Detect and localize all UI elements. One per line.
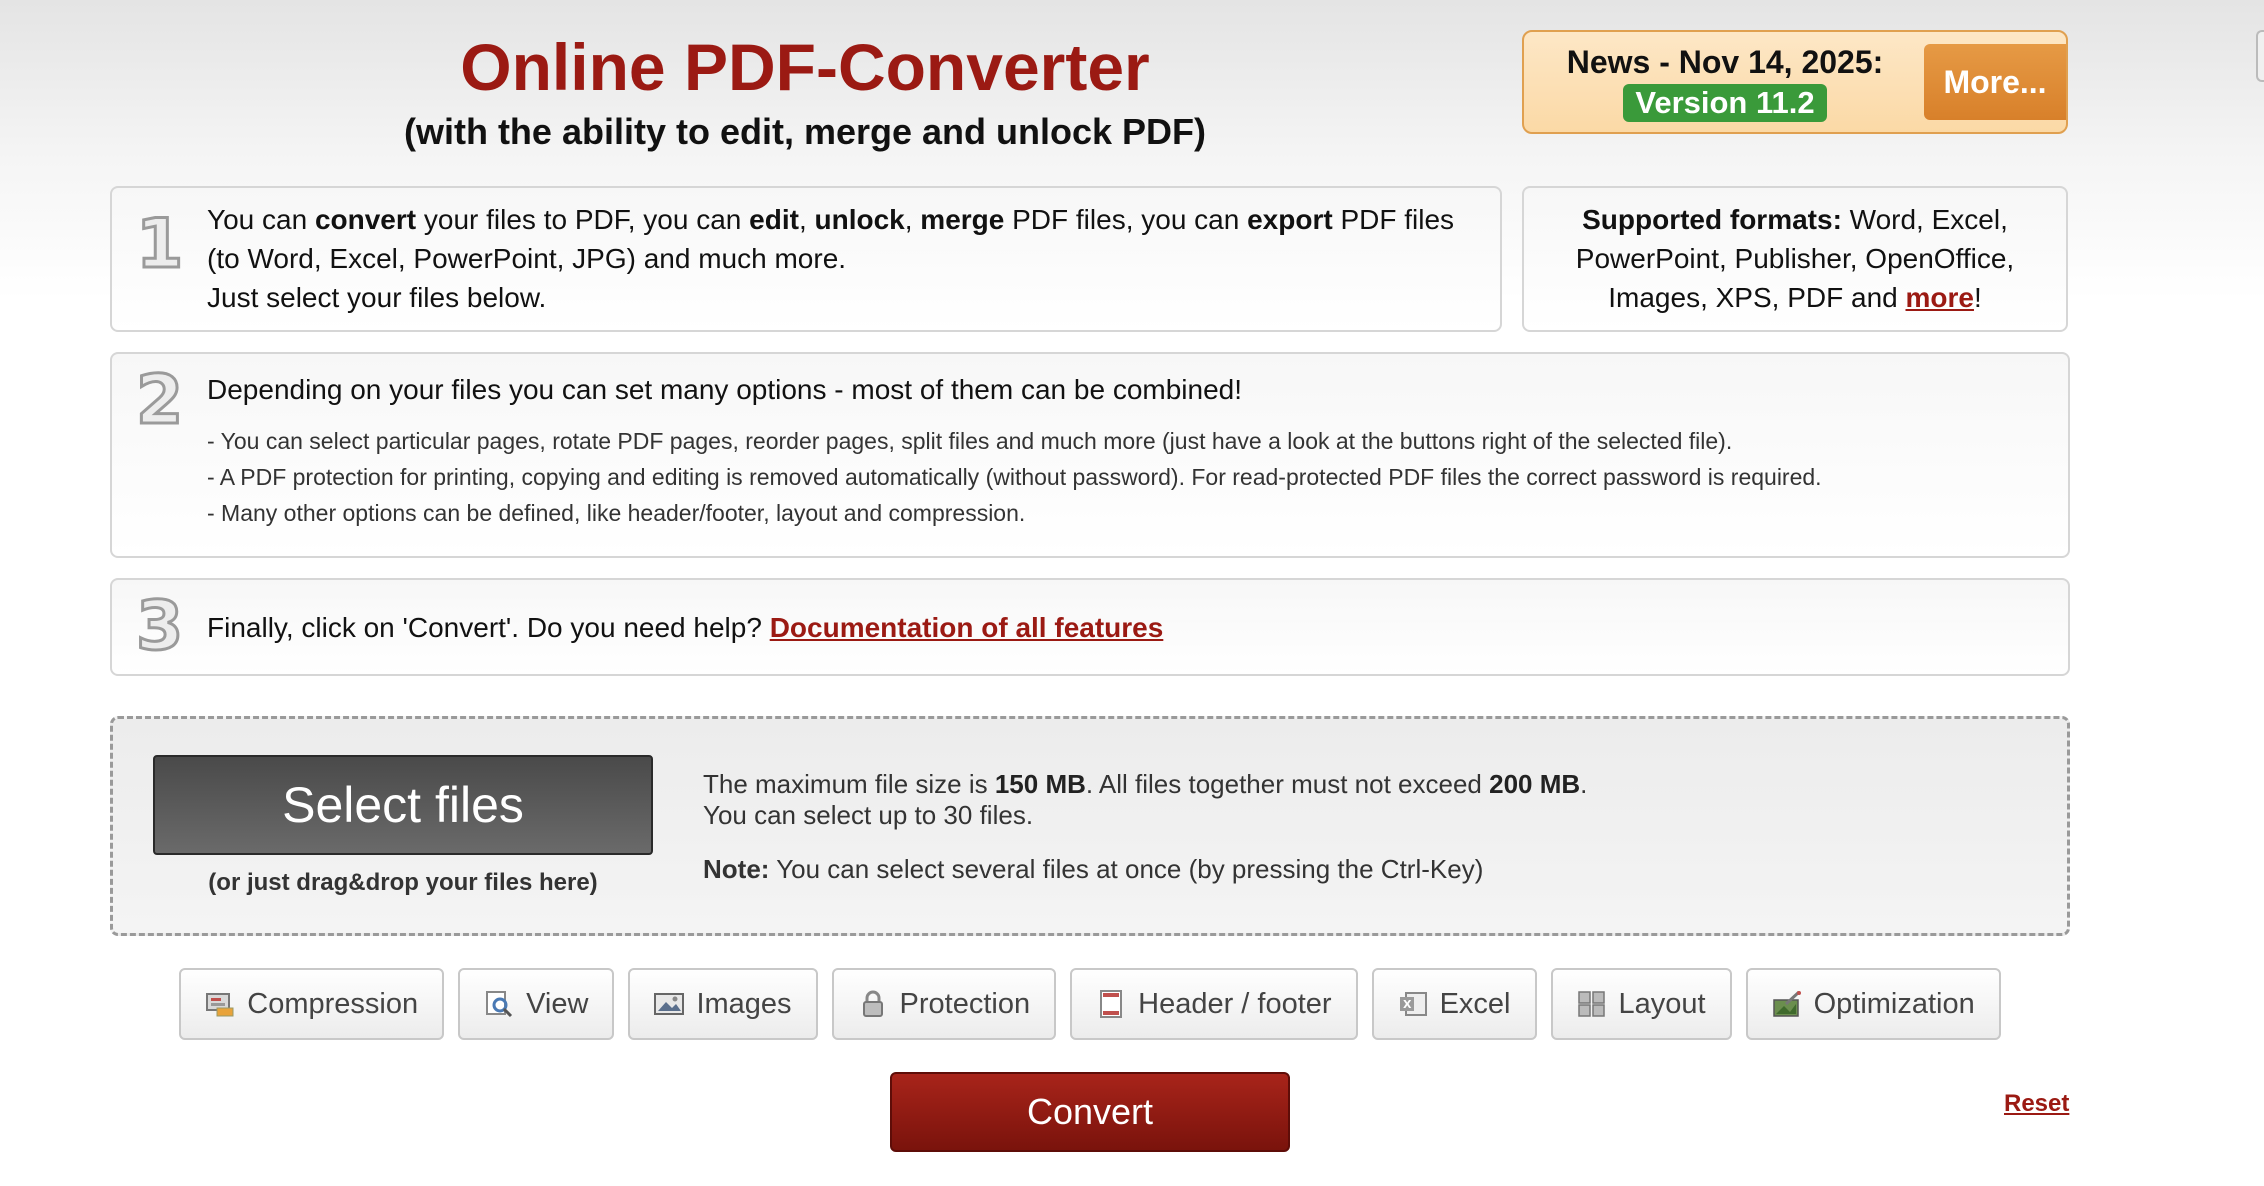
page-subtitle: (with the ability to edit, merge and unl… xyxy=(403,111,1207,152)
title-block: Online PDF-Converter (with the ability t… xyxy=(110,24,1500,154)
view-icon xyxy=(484,990,514,1018)
optimization-icon xyxy=(1772,990,1802,1018)
page: Online PDF-Converter (with the ability t… xyxy=(110,0,2070,1186)
step-1-text-part: PDF files, you can xyxy=(1004,204,1248,235)
images-icon xyxy=(654,990,685,1018)
view-label: View xyxy=(526,987,589,1020)
step-2-box: 2 Depending on your files you can set ma… xyxy=(110,352,2070,558)
news-date: News - Nov 14, 2025: xyxy=(1566,44,1884,80)
upload-limits: The maximum file size is 150 MB. All fil… xyxy=(703,769,1587,831)
formats-label: Supported formats: xyxy=(1582,204,1842,235)
header-footer-icon xyxy=(1096,990,1126,1018)
step-2-content: Depending on your files you can set many… xyxy=(207,370,2038,531)
upload-limit-text: . All files together must not exceed xyxy=(1085,769,1490,799)
formats-more-link[interactable]: more xyxy=(1906,282,1974,313)
step-3-box: 3 Finally, click on 'Convert'. Do you ne… xyxy=(110,578,2070,676)
list-item: - You can select particular pages, rotat… xyxy=(207,428,1733,454)
convert-button[interactable]: Convert xyxy=(890,1072,1290,1152)
step-1-text-part: , xyxy=(798,204,815,235)
step-2-heading: Depending on your files you can set many… xyxy=(207,374,1243,405)
layout-button[interactable]: Layout xyxy=(1550,968,1732,1040)
protection-button[interactable]: Protection xyxy=(831,968,1057,1040)
header-footer-button[interactable]: Header / footer xyxy=(1070,968,1358,1040)
step-number-1: 1 xyxy=(134,205,184,284)
compression-button[interactable]: Compression xyxy=(179,968,445,1040)
optimization-label: Optimization xyxy=(1813,987,1975,1020)
list-item: - A PDF protection for printing, copying… xyxy=(207,464,1822,490)
supported-formats-box: Supported formats: Word, Excel, PowerPoi… xyxy=(1522,186,2068,332)
step-1-text-part: your files to PDF, you can xyxy=(416,204,750,235)
step-1-bold-edit: edit xyxy=(749,204,799,235)
step-1-text: You can convert your files to PDF, you c… xyxy=(207,200,1470,317)
step-1-text-part: You can xyxy=(207,204,315,235)
upload-count-limit: You can select up to 30 files. xyxy=(703,800,1034,830)
step-1-bold-export: export xyxy=(1247,204,1333,235)
upload-note-label: Note: xyxy=(703,854,770,884)
step-number-3: 3 xyxy=(134,587,184,666)
images-label: Images xyxy=(696,987,792,1020)
upload-limit-text: . xyxy=(1580,769,1588,799)
compression-icon xyxy=(205,990,235,1018)
view-button[interactable]: View xyxy=(458,968,615,1040)
protection-label: Protection xyxy=(899,987,1031,1020)
news-more-button[interactable]: More... xyxy=(1924,44,2066,120)
list-item: - Many other options can be defined, lik… xyxy=(207,500,1026,526)
news-text: News - Nov 14, 2025: Version 11.2 xyxy=(1524,42,1926,122)
news-version-badge[interactable]: Version 11.2 xyxy=(1623,84,1827,122)
drag-drop-hint: (or just drag&drop your files here) xyxy=(208,869,598,896)
step-2-list: - You can select particular pages, rotat… xyxy=(207,423,2038,531)
step-1-text-part: , xyxy=(904,204,921,235)
step-number-2: 2 xyxy=(134,361,184,440)
upload-limit-max-total: 200 MB xyxy=(1489,769,1581,799)
formats-end: ! xyxy=(1973,282,1982,313)
step-1-line-2: Just select your files below. xyxy=(207,282,547,313)
excel-button[interactable]: X Excel xyxy=(1371,968,1537,1040)
excel-icon: X xyxy=(1398,990,1428,1018)
step-3-content: Finally, click on 'Convert'. Do you need… xyxy=(207,608,2038,647)
svg-text:X: X xyxy=(1403,998,1412,1011)
step-1-bold-merge: merge xyxy=(920,204,1005,235)
step-1-box: 1 You can convert your files to PDF, you… xyxy=(110,186,1502,332)
documentation-link[interactable]: Documentation of all features xyxy=(770,612,1164,643)
images-button[interactable]: Images xyxy=(628,968,818,1040)
page-title: Online PDF-Converter xyxy=(460,30,1150,104)
upload-limit-max-file: 150 MB xyxy=(994,769,1086,799)
news-box: News - Nov 14, 2025: Version 11.2 More..… xyxy=(1522,30,2068,134)
upload-limit-text: The maximum file size is xyxy=(703,769,995,799)
step-1-bold-unlock: unlock xyxy=(814,204,905,235)
reset-link[interactable]: Reset xyxy=(2004,1090,2069,1118)
step-1-bold-convert: convert xyxy=(314,204,417,235)
layout-icon xyxy=(1577,990,1607,1018)
compression-label: Compression xyxy=(247,987,419,1020)
upload-note-text: You can select several files at once (by… xyxy=(769,854,1484,884)
upload-note: Note: You can select several files at on… xyxy=(703,854,1483,885)
file-drop-zone[interactable]: Select files (or just drag&drop your fil… xyxy=(110,716,2070,936)
step-3-text: Finally, click on 'Convert'. Do you need… xyxy=(207,612,770,643)
protection-icon xyxy=(858,990,888,1018)
optimization-button[interactable]: Optimization xyxy=(1745,968,2001,1040)
select-files-button[interactable]: Select files xyxy=(153,755,653,855)
options-toolbar: Compression View Images Protection Heade… xyxy=(110,968,2070,1040)
side-edge-tab[interactable] xyxy=(2256,30,2264,82)
layout-label: Layout xyxy=(1618,987,1706,1020)
header-footer-label: Header / footer xyxy=(1138,987,1332,1020)
excel-label: Excel xyxy=(1439,987,1511,1020)
